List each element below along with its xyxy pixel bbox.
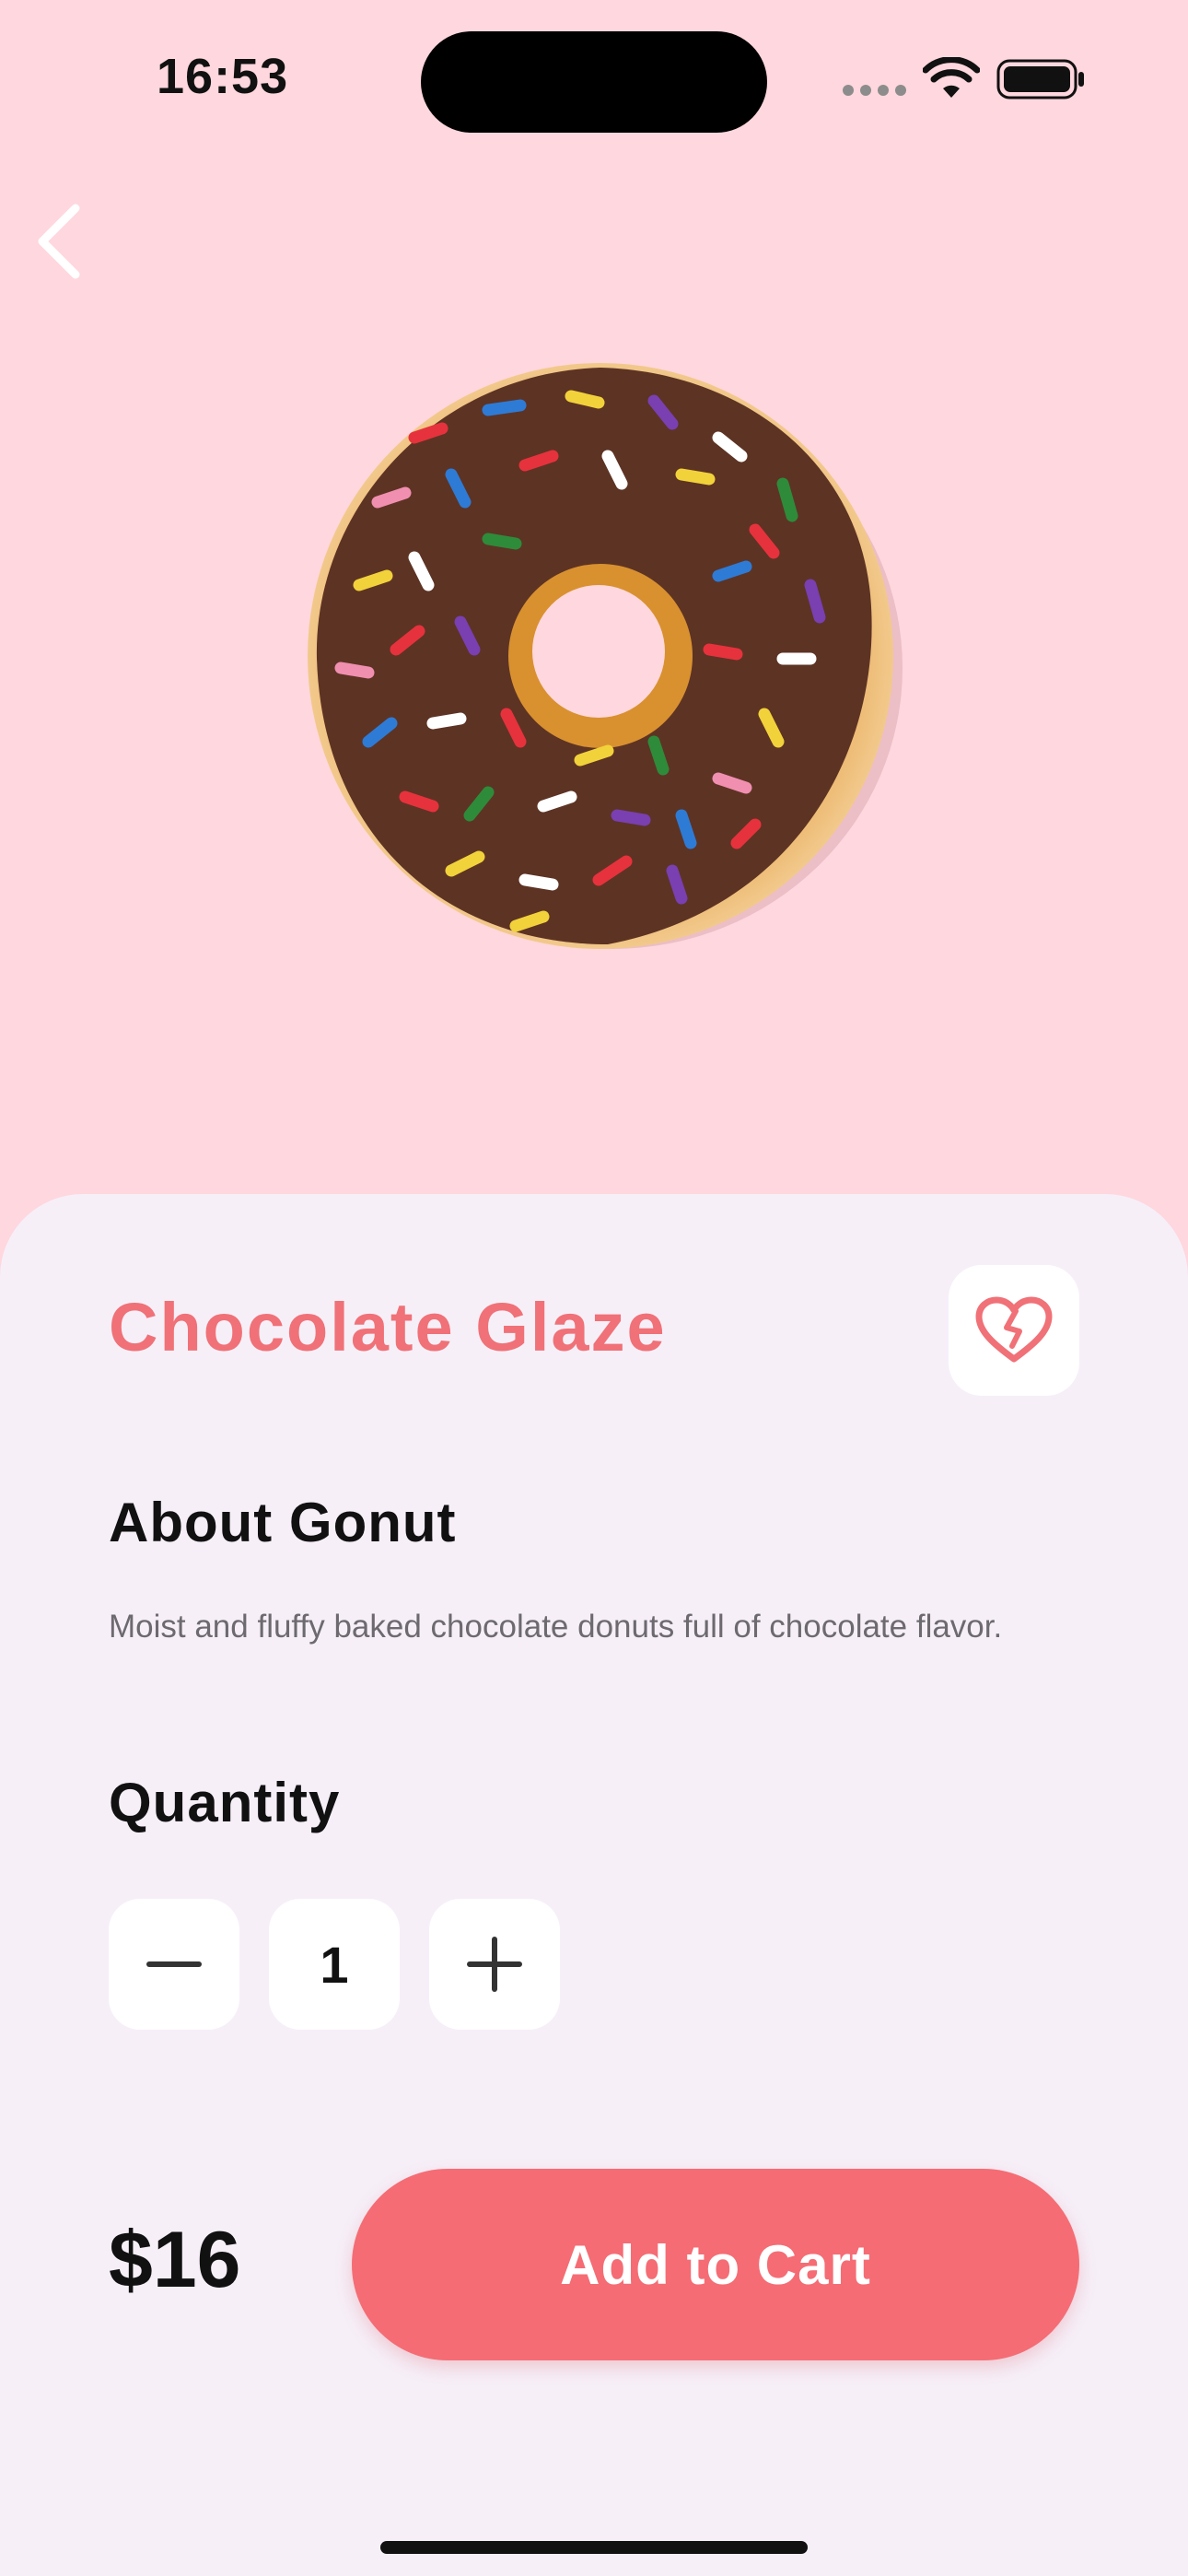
add-to-cart-button[interactable]: Add to Cart bbox=[352, 2169, 1079, 2360]
increase-quantity-button[interactable] bbox=[429, 1899, 560, 2030]
back-button[interactable] bbox=[28, 201, 94, 282]
battery-icon bbox=[996, 59, 1084, 100]
cellular-signal-icon bbox=[843, 85, 907, 98]
decrease-quantity-button[interactable] bbox=[109, 1899, 239, 2030]
quantity-heading: Quantity bbox=[109, 1772, 341, 1833]
favorite-button[interactable] bbox=[949, 1265, 1079, 1396]
dynamic-island bbox=[421, 31, 767, 133]
plus-icon bbox=[467, 1937, 522, 1992]
chevron-left-icon bbox=[38, 204, 80, 279]
wifi-icon bbox=[923, 57, 980, 98]
product-description: Moist and fluffy baked chocolate donuts … bbox=[109, 1609, 1003, 1645]
product-title: Chocolate Glaze bbox=[109, 1289, 667, 1365]
product-detail-card bbox=[0, 1194, 1188, 2576]
minus-icon bbox=[146, 1961, 202, 1967]
product-price: $16 bbox=[109, 2216, 241, 2304]
product-image bbox=[308, 363, 903, 949]
about-heading: About Gonut bbox=[109, 1492, 457, 1553]
status-time: 16:53 bbox=[157, 49, 289, 104]
home-indicator bbox=[380, 2541, 808, 2554]
quantity-value: 1 bbox=[269, 1899, 400, 2030]
heart-icon bbox=[975, 1296, 1053, 1363]
